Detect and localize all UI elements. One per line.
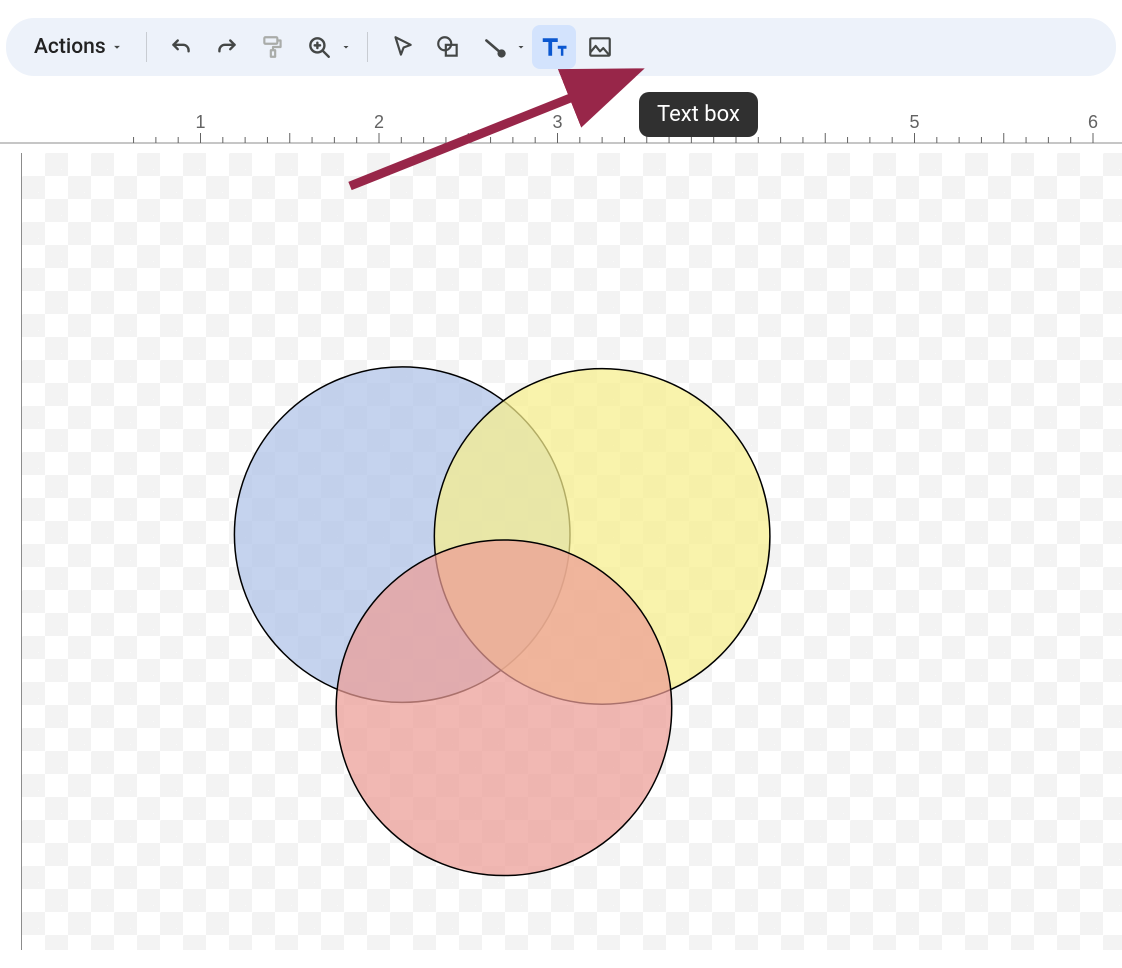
textbox-icon [539,32,569,62]
redo-icon [214,34,240,60]
caret-down-icon [340,41,352,53]
separator [146,32,147,62]
tooltip: Text box [639,92,758,137]
ruler-label: 6 [1088,112,1098,132]
shape-button[interactable] [426,25,470,69]
zoom-button[interactable] [297,25,341,69]
line-button[interactable] [472,25,516,69]
cursor-icon [389,34,415,60]
textbox-button[interactable] [532,25,576,69]
ruler-label: 5 [909,112,919,132]
actions-menu[interactable]: Actions [20,29,134,65]
horizontal-ruler[interactable]: 123456 [0,110,1122,144]
tooltip-text: Text box [657,102,740,127]
paint-format-button[interactable] [251,25,295,69]
circle-red[interactable] [336,540,672,876]
paint-roller-icon [260,34,286,60]
caret-down-icon [110,40,124,54]
actions-label: Actions [34,35,106,59]
caret-down-icon [515,41,527,53]
zoom-icon [306,34,332,60]
line-group [472,25,530,69]
line-icon [481,34,507,60]
shape-icon [435,34,461,60]
drawing-canvas[interactable] [0,153,1122,950]
separator [367,32,368,62]
redo-button[interactable] [205,25,249,69]
ruler-label: 3 [552,112,562,132]
toolbar: Actions [6,18,1116,76]
ruler-label: 2 [374,112,384,132]
image-icon [587,34,613,60]
image-button[interactable] [578,25,622,69]
zoom-group [297,25,355,69]
zoom-dropdown[interactable] [337,25,355,69]
venn-diagram [22,153,1122,953]
undo-button[interactable] [159,25,203,69]
line-dropdown[interactable] [512,25,530,69]
ruler-label: 1 [195,112,205,132]
select-button[interactable] [380,25,424,69]
undo-icon [168,34,194,60]
